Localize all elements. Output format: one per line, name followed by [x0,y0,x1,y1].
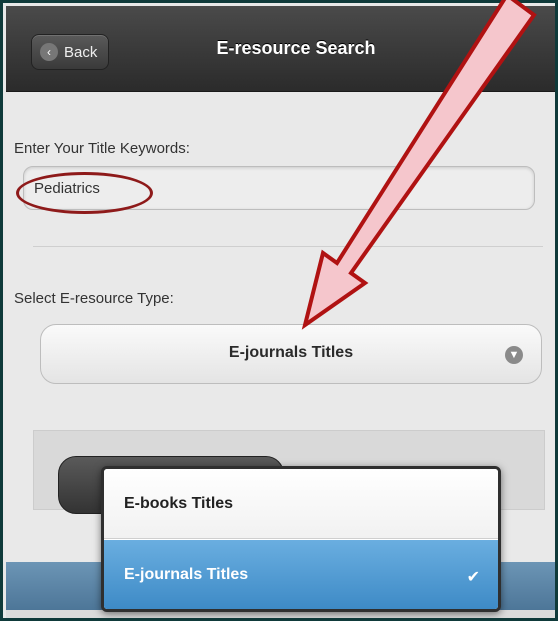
option-label: E-books Titles [124,494,234,512]
option-ebooks-titles[interactable]: E-books Titles [104,469,498,539]
keyword-input[interactable] [23,166,535,210]
chevron-down-icon: ▼ [505,346,523,364]
check-icon: ✔ [466,569,480,586]
type-select[interactable]: E-journals Titles ▼ [40,324,542,384]
type-dropdown-menu: E-books Titles E-journals Titles ✔ [101,466,501,612]
option-ejournals-titles[interactable]: E-journals Titles ✔ [104,540,498,609]
keyword-label: Enter Your Title Keywords: [14,140,190,157]
back-button-label: Back [64,43,98,61]
page-title: E-resource Search [216,38,376,58]
app-frame: ‹ Back E-resource Search Enter Your Titl… [0,0,558,621]
header-bar: ‹ Back E-resource Search [6,6,555,92]
divider [33,246,543,247]
back-button[interactable]: ‹ Back [31,34,109,70]
chevron-left-icon: ‹ [40,43,58,61]
type-label: Select E-resource Type: [14,290,174,307]
type-select-value: E-journals Titles [228,344,354,361]
option-label: E-journals Titles [124,566,249,583]
